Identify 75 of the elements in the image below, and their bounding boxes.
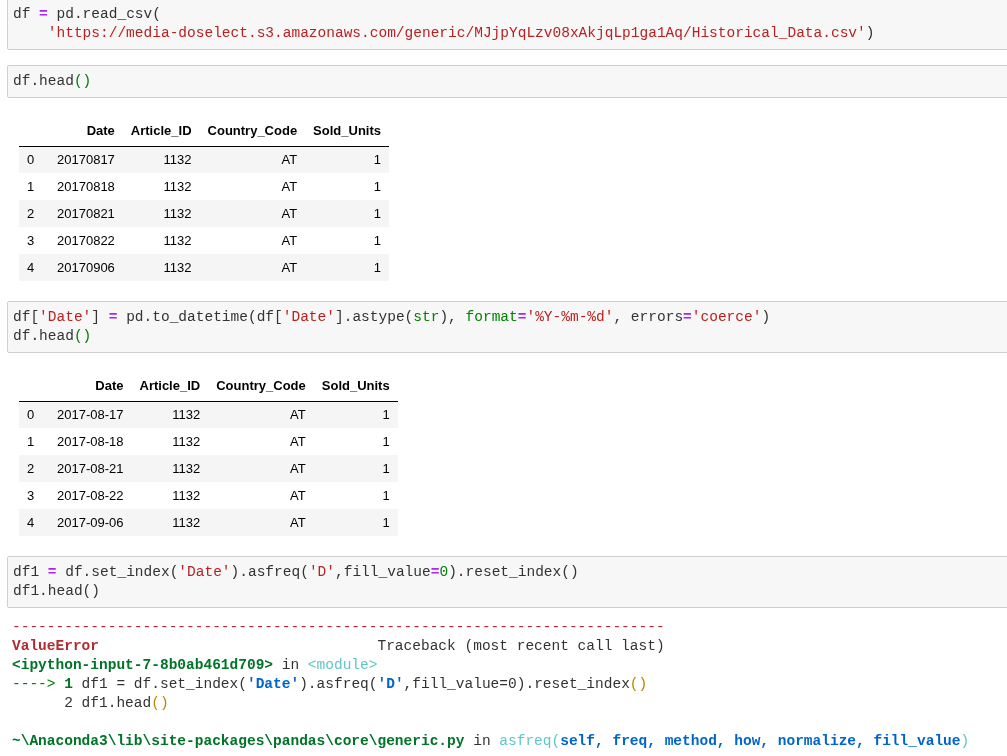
table-cell: 2017-08-22	[57, 487, 124, 503]
code-line: df = pd.read_csv(	[13, 5, 161, 24]
row-index: 3	[27, 487, 35, 503]
table-cell: AT	[290, 514, 306, 530]
code-line: df1 = df.set_index('Date').asfreq('D',fill_value=0).reset_index()	[13, 563, 579, 582]
table-cell: 1	[373, 152, 381, 167]
table-cell: 1132	[163, 232, 192, 248]
row-index: 4	[27, 514, 35, 530]
code-line: df.head()	[13, 327, 92, 346]
table-cell: 20170818	[57, 178, 115, 194]
traceback-line: ----> 1 df1 = df.set_index('Date').asfreq('D',fill_value=0).reset_index()	[12, 675, 648, 694]
code-cell[interactable]: df.head()	[7, 65, 1007, 98]
row-index: 1	[27, 178, 35, 194]
traceback-line: 2 df1.head()	[63, 694, 169, 713]
table-cell: 1	[373, 232, 381, 248]
table-cell: 1	[373, 178, 381, 194]
table-cell: 2017-08-18	[57, 433, 124, 449]
table-cell: 1132	[172, 433, 201, 449]
code-line: 'https://media-doselect.s3.amazonaws.com/generic/MJjpYqLzv08xAkjqLp1ga1Aq/Historical_Data.csv')	[46, 24, 875, 43]
traceback-line: ---------------------------------------------------------------------------	[12, 618, 665, 637]
traceback-line: ValueError Traceback (most recent call last)	[12, 637, 665, 656]
table-cell: 1132	[163, 259, 192, 275]
table-cell: 20170906	[57, 259, 115, 275]
table-cell: 1132	[163, 205, 192, 221]
table-cell: 1	[382, 487, 390, 503]
table-cell: 2017-08-21	[57, 460, 124, 476]
traceback-line: <ipython-input-7-8b0ab461d709> in <module>	[12, 656, 378, 675]
row-index: 1	[27, 433, 35, 449]
code-line: df1.head()	[13, 582, 100, 601]
column-header: Article_ID	[139, 378, 201, 393]
table-cell: 1132	[172, 487, 201, 503]
row-index: 0	[27, 407, 35, 422]
table-cell: 1132	[172, 407, 201, 422]
row-index: 2	[27, 460, 35, 476]
column-header: Article_ID	[130, 123, 192, 138]
table-cell: 20170821	[57, 205, 115, 221]
code-cell[interactable]: df1 = df.set_index('Date').asfreq('D',fill_value=0).reset_index() df1.head()	[7, 556, 1007, 608]
table-cell: 20170817	[57, 152, 115, 167]
row-index: 4	[27, 259, 35, 275]
code-line: df.head()	[13, 72, 92, 91]
column-header: Country_Code	[207, 123, 298, 138]
column-header: Country_Code	[216, 378, 306, 393]
table-cell: 1132	[172, 460, 201, 476]
table-cell: AT	[281, 232, 298, 248]
code-cell[interactable]: df = pd.read_csv( 'https://media-doselect.s3.amazonaws.com/generic/MJjpYqLzv08xAkjqLp1ga1Aq/Historical_Data.csv')	[7, 0, 1007, 50]
table-cell: AT	[281, 259, 298, 275]
table-cell: AT	[290, 460, 306, 476]
row-index: 0	[27, 152, 35, 167]
row-index: 2	[27, 205, 35, 221]
column-header: Date	[95, 378, 124, 393]
table-cell: 1	[373, 259, 381, 275]
table-cell: 1132	[172, 514, 201, 530]
column-header: Sold_Units	[313, 123, 381, 138]
row-index: 3	[27, 232, 35, 248]
table-cell: AT	[281, 152, 298, 167]
table-cell: 1132	[163, 178, 192, 194]
table-cell: 20170822	[57, 232, 115, 248]
column-header: Date	[86, 123, 115, 138]
traceback-line: ~\Anaconda3\lib\site-packages\pandas\core\generic.py in asfreq(self, freq, method, how, normalize, fill_value)	[12, 732, 970, 751]
table-cell: AT	[281, 178, 298, 194]
code-cell[interactable]: df['Date'] = pd.to_datetime(df['Date'].astype(str), format='%Y-%m-%d', errors='coerce') df.head()	[7, 301, 1007, 353]
code-line: df['Date'] = pd.to_datetime(df['Date'].astype(str), format='%Y-%m-%d', errors='coerce')	[13, 308, 771, 327]
table-cell: AT	[290, 487, 306, 503]
table-cell: AT	[290, 433, 306, 449]
column-header: Sold_Units	[321, 378, 390, 393]
table-cell: 1	[373, 205, 381, 221]
table-cell: 2017-09-06	[57, 514, 124, 530]
table-cell: 1	[382, 433, 390, 449]
table-cell: 1	[382, 407, 390, 422]
table-cell: AT	[281, 205, 298, 221]
table-cell: 1	[382, 514, 390, 530]
table-cell: 1	[382, 460, 390, 476]
table-cell: 2017-08-17	[57, 407, 124, 422]
table-cell: AT	[290, 407, 306, 422]
table-cell: 1132	[163, 152, 192, 167]
